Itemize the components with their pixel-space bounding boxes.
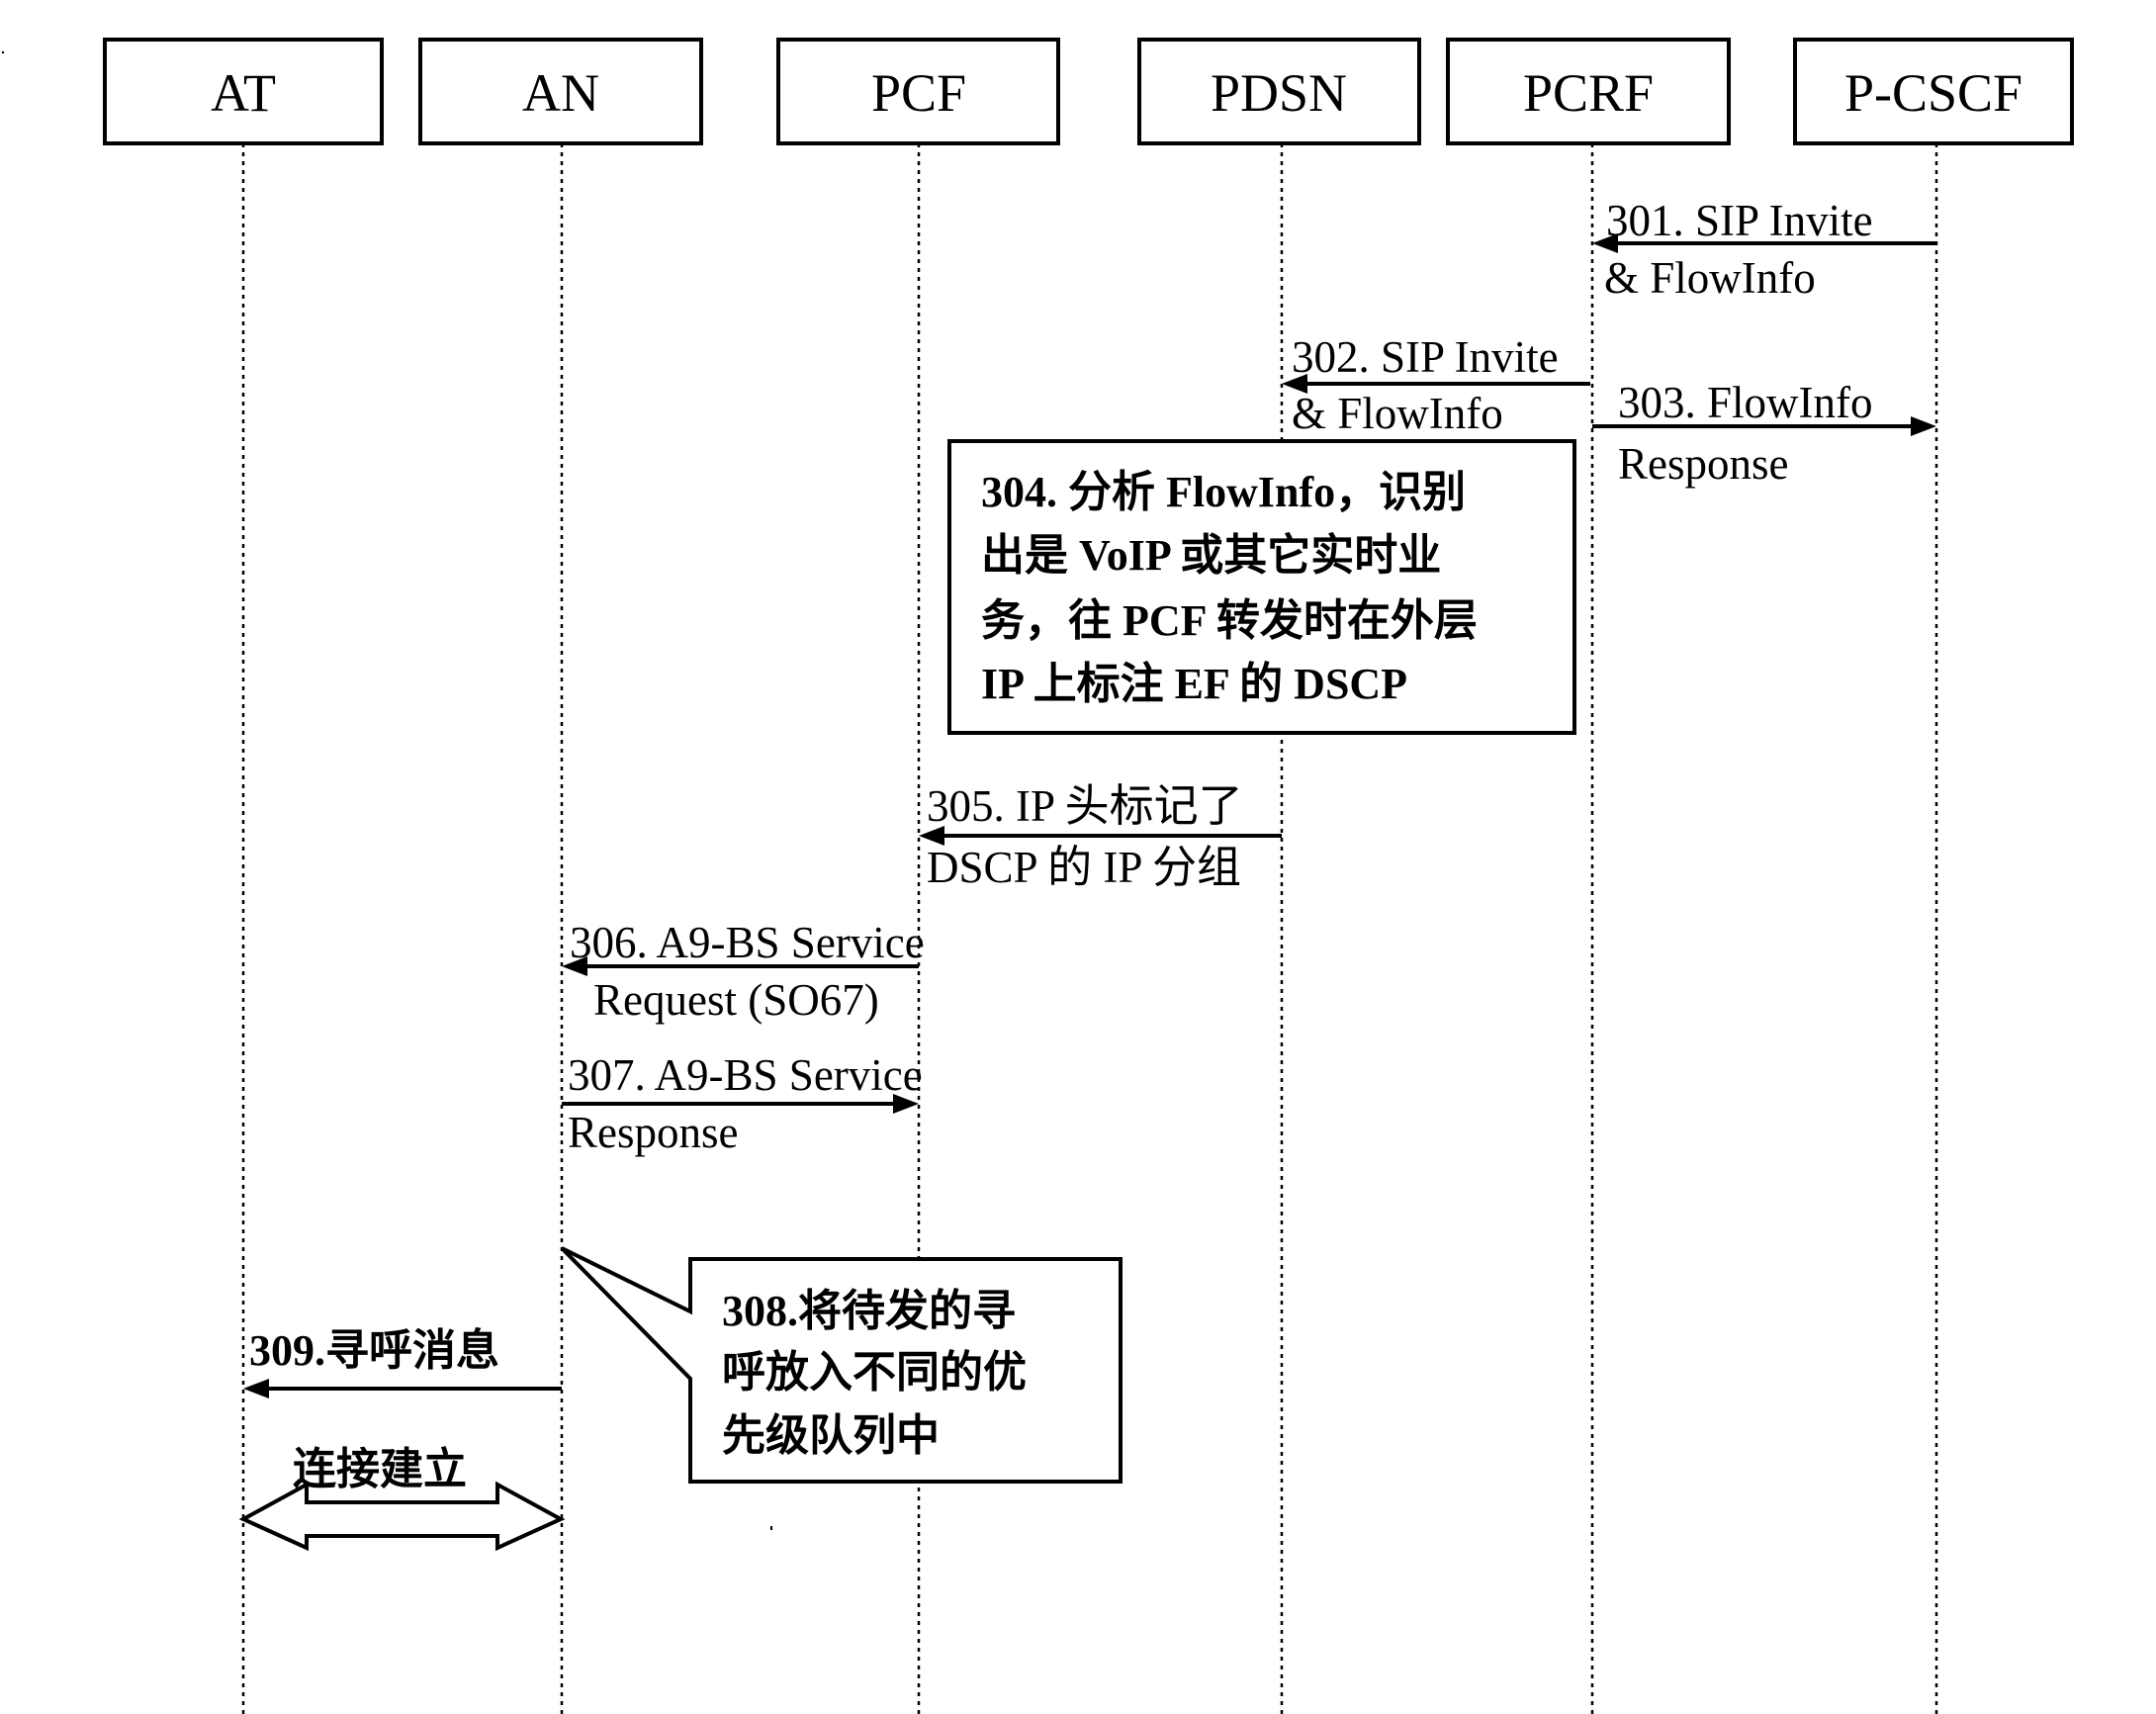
arrowhead-left-icon [243, 1379, 269, 1398]
message-label: 305. IP 头标记了 [927, 781, 1243, 831]
entity-pcscf: P-CSCF [1793, 38, 2074, 145]
message-label: Response [568, 1108, 739, 1157]
sequence-diagram: AT AN PCF PDSN PCRF P-CSCF 301. SIP Invi… [2, 38, 2074, 1714]
note-308: 308.将待发的寻 呼放入不同的优 先级队列中 [560, 1246, 1123, 1484]
note-line: 务，往 PCF 转发时在外层 [981, 596, 1478, 645]
message-label: 301. SIP Invite [1606, 196, 1873, 245]
message-label: DSCP 的 IP 分组 [927, 843, 1241, 892]
entity-label: PCF [871, 63, 966, 123]
scan-speck [2, 51, 4, 53]
message-303: 303. FlowInfo Response [1592, 378, 1936, 489]
note-line: 呼放入不同的优 [722, 1348, 1027, 1397]
entity-pdsn: PDSN [1137, 38, 1421, 145]
message-309: 309.寻呼消息 [243, 1326, 562, 1398]
message-label: 302. SIP Invite [1292, 332, 1559, 382]
entity-label: AN [522, 63, 599, 123]
note-line: 308.将待发的寻 [722, 1287, 1016, 1335]
message-label: & FlowInfo [1604, 253, 1816, 303]
entity-label: AT [211, 63, 276, 123]
arrowhead-right-icon [1911, 416, 1936, 436]
message-label: Request (SO67) [593, 975, 879, 1025]
message-label: 309.寻呼消息 [249, 1326, 499, 1375]
entity-at: AT [103, 38, 384, 145]
message-label: 306. A9-BS Service [570, 918, 925, 967]
connection-label: 连接建立 [293, 1445, 467, 1493]
message-label: & FlowInfo [1292, 389, 1503, 438]
message-306: 306. A9-BS Service Request (SO67) [562, 918, 925, 1025]
message-label: Response [1618, 439, 1789, 489]
message-307: 307. A9-BS Service Response [562, 1050, 923, 1157]
entity-pcf: PCF [776, 38, 1060, 145]
message-305: 305. IP 头标记了 DSCP 的 IP 分组 [919, 781, 1282, 892]
scan-speck [770, 1526, 772, 1530]
note-line: 出是 VoIP 或其它实时业 [981, 531, 1441, 580]
note-304: 304. 分析 FlowInfo，识别 出是 VoIP 或其它实时业 务，往 P… [947, 439, 1576, 735]
entity-an: AN [418, 38, 703, 145]
note-line: 304. 分析 FlowInfo，识别 [981, 468, 1466, 516]
entity-label: PCRF [1523, 63, 1654, 123]
message-label: 303. FlowInfo [1618, 378, 1873, 427]
connection-establish: 连接建立 [238, 1445, 566, 1552]
double-arrow-icon [238, 1481, 566, 1552]
note-line: IP 上标注 EF 的 DSCP [981, 660, 1407, 708]
message-302: 302. SIP Invite & FlowInfo [1282, 332, 1590, 438]
message-label: 307. A9-BS Service [568, 1050, 923, 1100]
entity-label: P-CSCF [1844, 63, 2022, 123]
entity-label: PDSN [1211, 63, 1347, 123]
entity-pcrf: PCRF [1446, 38, 1731, 145]
note-line: 先级队列中 [722, 1411, 940, 1460]
message-301: 301. SIP Invite & FlowInfo [1592, 196, 1936, 303]
